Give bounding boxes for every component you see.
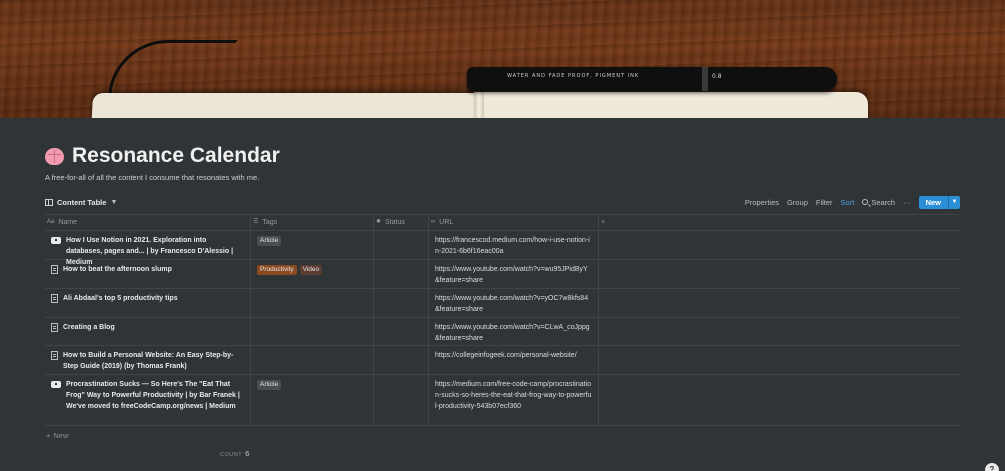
- pen-size-label: 0.8: [712, 73, 722, 80]
- status-cell[interactable]: [374, 318, 429, 345]
- tag-article: Article: [257, 380, 282, 390]
- table-icon: [45, 198, 53, 206]
- filter-button[interactable]: Filter: [816, 198, 833, 207]
- table-row[interactable]: Ali Abdaal's top 5 productivity tips htt…: [45, 289, 960, 318]
- tags-cell[interactable]: Productivity Video: [251, 260, 374, 288]
- notebook-right-page: [478, 92, 868, 118]
- empty-cell: [599, 260, 960, 288]
- empty-cell: [599, 346, 960, 374]
- row-title[interactable]: Procrastination Sucks — So Here's The "E…: [66, 379, 244, 412]
- page-icon: [51, 323, 58, 332]
- add-property-button[interactable]: +: [599, 215, 960, 230]
- page-description[interactable]: A free-for-all of all the content I cons…: [45, 173, 259, 182]
- tags-cell[interactable]: Article: [251, 375, 374, 425]
- tag-video: Video: [299, 265, 323, 275]
- link-icon: ∞: [431, 219, 436, 225]
- pen: WATER AND FADE PROOF, PIGMENT INK 0.8: [467, 67, 837, 91]
- table-row[interactable]: How I Use Notion in 2021. Exploration in…: [45, 231, 960, 266]
- empty-cell: [599, 375, 960, 425]
- column-header-name[interactable]: Aa Name: [45, 215, 251, 230]
- pen-label: WATER AND FADE PROOF, PIGMENT INK: [507, 73, 640, 79]
- column-header-label: Name: [58, 219, 78, 226]
- url-cell[interactable]: https://medium.com/free-code-camp/procra…: [429, 375, 599, 425]
- row-title[interactable]: Ali Abdaal's top 5 productivity tips: [63, 293, 178, 304]
- chevron-down-icon[interactable]: ▼: [948, 195, 960, 209]
- content-table: Aa Name ☰ Tags ✹ Status ∞ URL + How I Us…: [45, 214, 960, 445]
- page-icon: [51, 351, 58, 360]
- page-title[interactable]: Resonance Calendar: [72, 144, 280, 168]
- status-cell[interactable]: [374, 375, 429, 425]
- glasses-icon: [51, 381, 61, 388]
- toolbar-actions: Properties Group Filter Sort Search ··· …: [745, 195, 960, 209]
- list-property-icon: ☰: [253, 219, 259, 225]
- chevron-down-icon: ▼: [110, 198, 118, 206]
- view-toolbar: Content Table ▼ Properties Group Filter …: [45, 194, 960, 210]
- column-header-label: Status: [385, 219, 405, 226]
- url-cell[interactable]: https://collegeinfogeek.com/personal-web…: [429, 346, 599, 374]
- view-label: Content Table: [57, 197, 107, 207]
- empty-cell: [599, 318, 960, 345]
- tags-cell[interactable]: Article: [251, 231, 374, 259]
- empty-cell: [599, 289, 960, 317]
- url-cell[interactable]: https://www.youtube.com/watch?v=CLwA_coJ…: [429, 318, 599, 345]
- status-cell[interactable]: [374, 231, 429, 259]
- notebook-left-page: [90, 93, 486, 118]
- plus-icon: +: [46, 431, 51, 440]
- tag-productivity: Productivity: [257, 265, 297, 275]
- table-row[interactable]: How to Build a Personal Website: An Easy…: [45, 346, 960, 375]
- table-header-row: Aa Name ☰ Tags ✹ Status ∞ URL +: [45, 214, 960, 231]
- new-row-button[interactable]: + New: [45, 426, 960, 445]
- count-label: COUNT: [220, 452, 243, 458]
- status-cell[interactable]: [374, 346, 429, 374]
- new-row-label: New: [53, 431, 69, 440]
- row-count[interactable]: COUNT 6: [220, 449, 250, 458]
- page-icon: [51, 265, 58, 274]
- new-button[interactable]: New ▼: [918, 195, 960, 209]
- url-cell[interactable]: https://www.youtube.com/watch?v=wu95JPid…: [429, 260, 599, 288]
- url-cell[interactable]: https://francescod.medium.com/how-i-use-…: [429, 231, 599, 259]
- properties-button[interactable]: Properties: [745, 198, 779, 207]
- group-button[interactable]: Group: [787, 198, 808, 207]
- sort-button[interactable]: Sort: [841, 198, 855, 207]
- search-label: Search: [871, 197, 896, 207]
- help-button[interactable]: ?: [985, 463, 999, 471]
- table-row[interactable]: Creating a Blog https://www.youtube.com/…: [45, 318, 960, 346]
- status-cell[interactable]: [374, 260, 429, 288]
- pen-band: [702, 67, 708, 91]
- column-header-label: Tags: [262, 219, 278, 226]
- plus-icon: +: [601, 219, 606, 226]
- row-title[interactable]: Creating a Blog: [63, 322, 115, 333]
- table-row[interactable]: Procrastination Sucks — So Here's The "E…: [45, 375, 960, 426]
- row-title[interactable]: How to beat the afternoon slump: [63, 264, 172, 275]
- cover-image: WATER AND FADE PROOF, PIGMENT INK 0.8: [0, 0, 1005, 118]
- glasses-icon: [51, 237, 61, 244]
- column-header-status[interactable]: ✹ Status: [374, 215, 429, 230]
- notebook-spine: [474, 92, 484, 118]
- tags-cell[interactable]: [251, 289, 374, 317]
- status-cell[interactable]: [374, 289, 429, 317]
- page-icon: [51, 294, 58, 303]
- brain-icon[interactable]: [45, 147, 64, 165]
- text-property-icon: Aa: [47, 219, 55, 225]
- column-header-tags[interactable]: ☰ Tags: [251, 215, 374, 230]
- url-cell[interactable]: https://www.youtube.com/watch?v=yOC7w8kf…: [429, 289, 599, 317]
- empty-cell: [599, 231, 960, 259]
- tag-article: Article: [257, 236, 282, 246]
- new-button-label[interactable]: New: [919, 196, 948, 209]
- column-header-url[interactable]: ∞ URL: [429, 215, 599, 230]
- search-icon: [862, 199, 869, 205]
- view-switcher[interactable]: Content Table ▼: [45, 198, 117, 207]
- more-options-button[interactable]: ···: [903, 198, 911, 207]
- status-property-icon: ✹: [376, 219, 382, 225]
- column-header-label: URL: [439, 219, 454, 226]
- row-title[interactable]: How to Build a Personal Website: An Easy…: [63, 350, 244, 372]
- tags-cell[interactable]: [251, 346, 374, 374]
- table-row[interactable]: How to beat the afternoon slump Producti…: [45, 260, 960, 289]
- page-title-row: Resonance Calendar: [45, 144, 280, 168]
- tags-cell[interactable]: [251, 318, 374, 345]
- count-value: 6: [245, 449, 250, 458]
- search-button[interactable]: Search: [862, 198, 895, 207]
